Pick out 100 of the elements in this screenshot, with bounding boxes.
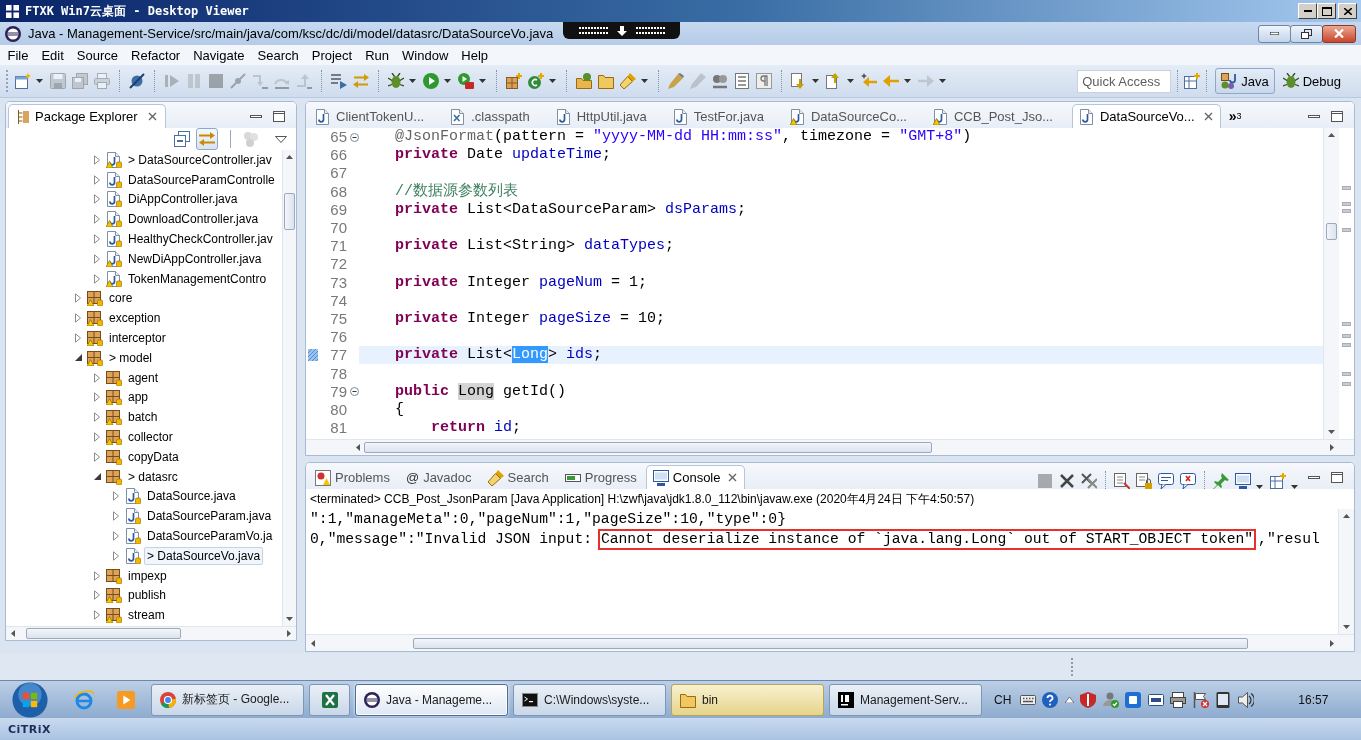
collapsed-arrow-icon[interactable] (94, 392, 100, 403)
scroll-lock-icon[interactable] (1136, 473, 1152, 489)
tree-item[interactable]: DataSource.java (144, 487, 239, 506)
flag-error-icon[interactable] (1192, 691, 1209, 708)
help-icon[interactable] (1042, 691, 1059, 708)
user-check-icon[interactable] (1102, 691, 1119, 708)
scroll-down-arrow-icon[interactable] (1328, 430, 1335, 434)
tree-item[interactable]: DataSourceParamVo.ja (144, 527, 276, 546)
collapsed-arrow-icon[interactable] (94, 154, 100, 165)
clear-console-icon[interactable] (1114, 473, 1130, 489)
tree-item[interactable]: > DataSourceController.jav (125, 150, 275, 169)
collapsed-arrow-icon[interactable] (94, 570, 100, 581)
shield-icon[interactable] (1080, 691, 1097, 708)
perspective-button[interactable]: Debug (1276, 68, 1347, 94)
close-icon[interactable] (147, 112, 157, 121)
link-arrows-icon[interactable] (196, 128, 218, 150)
scroll-up-arrow-icon[interactable] (1343, 514, 1350, 518)
collapsed-arrow-icon[interactable] (94, 372, 100, 383)
scrollbar-thumb[interactable] (413, 637, 1248, 649)
viewer-toolbar[interactable] (563, 22, 680, 39)
maximize-icon[interactable] (1330, 110, 1343, 122)
list-frame-icon[interactable] (734, 73, 750, 89)
expanded-arrow-icon[interactable] (93, 473, 101, 481)
vertical-scrollbar[interactable] (282, 150, 296, 626)
menu-item[interactable]: Help (454, 47, 495, 63)
menu-item[interactable]: Project (305, 47, 359, 63)
star-back-arrow-icon[interactable] (861, 73, 877, 89)
editor-tab[interactable]: ClientTokenU... (308, 104, 444, 128)
crossed-circle-icon[interactable] (129, 73, 145, 89)
tree-item[interactable]: app (125, 388, 152, 407)
editor-tab[interactable]: DataSourceCo... (782, 104, 926, 128)
circles-bar-icon[interactable] (712, 73, 728, 89)
scroll-down-arrow-icon[interactable] (286, 617, 293, 621)
editor-tab[interactable]: HttpUtil.java (548, 104, 666, 128)
view-tab[interactable]: Problems (308, 465, 399, 489)
tree-item[interactable]: DataSourceParamControlle (125, 170, 278, 189)
tree-item[interactable]: > datasrc (125, 467, 181, 486)
folder-icon[interactable] (598, 73, 614, 89)
menu-item[interactable]: File (1, 47, 35, 63)
expanded-arrow-icon[interactable] (74, 354, 82, 362)
bug-icon[interactable] (388, 73, 404, 89)
clock[interactable]: 16:57 (1298, 692, 1329, 707)
package-plus-icon[interactable] (506, 73, 522, 89)
scroll-right-arrow-icon[interactable] (1330, 444, 1334, 451)
collapse-all-icon[interactable] (174, 131, 190, 147)
menu-item[interactable]: Run (358, 47, 396, 63)
taskbar-button[interactable]: Management-Serv... (829, 683, 982, 716)
tree-item[interactable]: NewDiAppController.java (125, 249, 265, 268)
quick-access-field[interactable]: Quick Access (1077, 69, 1172, 93)
play-tile-icon[interactable] (117, 690, 135, 709)
collapsed-arrow-icon[interactable] (94, 610, 100, 621)
editor-tab[interactable]: TestFor.java (665, 104, 783, 128)
scrollbar-thumb[interactable] (1326, 223, 1337, 240)
scroll-right-arrow-icon[interactable] (1330, 639, 1334, 647)
menu-item[interactable]: Source (70, 47, 125, 63)
tree-item[interactable]: publish (125, 586, 170, 605)
maximize-button[interactable] (1317, 3, 1336, 19)
caret-down-icon[interactable] (443, 79, 451, 83)
speaker-icon[interactable] (1237, 691, 1254, 708)
app-tile-icon[interactable] (1125, 691, 1142, 708)
printer-icon[interactable] (1170, 691, 1187, 708)
caret-down-icon[interactable] (903, 79, 911, 83)
scrollbar-thumb[interactable] (284, 193, 295, 230)
collapsed-arrow-icon[interactable] (94, 174, 100, 185)
collapsed-arrow-icon[interactable] (113, 511, 119, 522)
caret-down-icon[interactable] (811, 79, 819, 83)
close-button[interactable] (1322, 24, 1356, 43)
menu-item[interactable]: Navigate (186, 47, 251, 63)
tree-item[interactable]: copyData (125, 447, 182, 466)
maximize-icon[interactable] (272, 110, 285, 122)
editor-tab[interactable]: CCB_Post_Jso... (926, 104, 1072, 128)
collapsed-arrow-icon[interactable] (94, 273, 100, 284)
double-x-icon[interactable] (1081, 473, 1097, 489)
taskbar-button[interactable]: Java - Manageme... (355, 683, 508, 716)
horizontal-scrollbar[interactable] (306, 634, 1354, 651)
play-toolbox-icon[interactable] (458, 73, 474, 89)
editor-tab[interactable]: DataSourceVo... (1072, 104, 1221, 128)
tree-item[interactable]: collector (125, 428, 176, 447)
collapsed-arrow-icon[interactable] (94, 253, 100, 264)
scroll-up-arrow-icon[interactable] (1328, 133, 1335, 137)
fold-minus-icon[interactable] (349, 387, 359, 397)
speech-bubble-error-icon[interactable] (1180, 473, 1196, 489)
flashlight-icon[interactable] (620, 73, 636, 89)
collapsed-arrow-icon[interactable] (94, 412, 100, 423)
caret-down-icon[interactable] (846, 79, 854, 83)
pin-icon[interactable] (1213, 473, 1229, 489)
scroll-left-arrow-icon[interactable] (11, 630, 15, 637)
tree-item[interactable]: agent (125, 368, 162, 387)
view-tab[interactable]: @ Javadoc (398, 465, 481, 489)
run-play-icon[interactable] (423, 73, 439, 89)
perspective-button[interactable]: Java (1215, 68, 1275, 94)
menu-item[interactable]: Refactor (124, 47, 187, 63)
close-icon[interactable] (728, 473, 738, 482)
caret-down-icon[interactable] (640, 79, 648, 83)
collapsed-arrow-icon[interactable] (75, 313, 81, 324)
tree-item[interactable]: DataSourceParam.java (144, 507, 275, 526)
scroll-down-arrow-icon[interactable] (1343, 625, 1350, 629)
speech-bubble-icon[interactable] (1158, 473, 1174, 489)
collapsed-arrow-icon[interactable] (94, 432, 100, 443)
vertical-scrollbar[interactable] (1323, 128, 1339, 439)
